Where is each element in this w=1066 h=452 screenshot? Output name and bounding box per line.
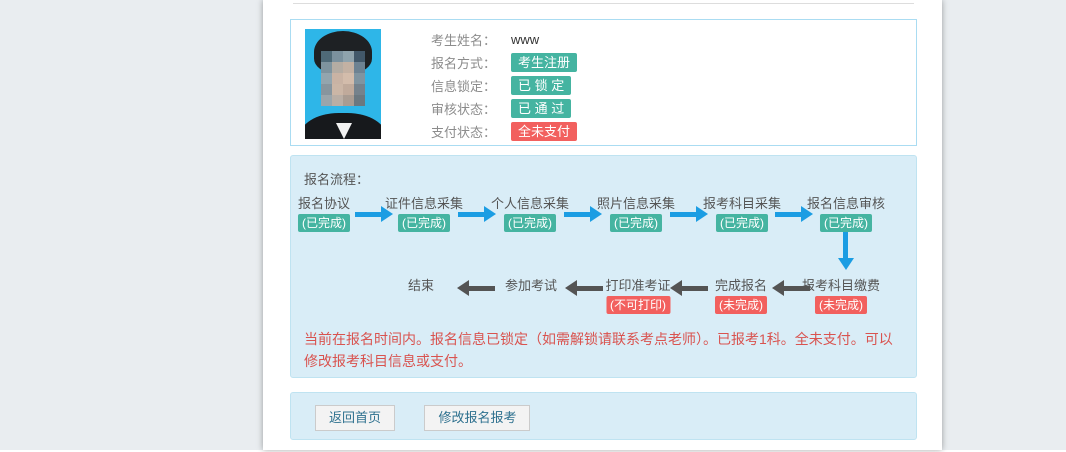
flow-step-personal-info: 个人信息采集 (已完成)	[491, 196, 569, 232]
actions-panel: 返回首页 修改报名报考	[290, 392, 917, 440]
flow-step-print-ticket: 打印准考证 (不可打印)	[605, 278, 670, 314]
page-background-right	[942, 0, 1066, 450]
flow-step-take-exam: 参加考试	[505, 278, 557, 294]
flow-step-photo-info: 照片信息采集 (已完成)	[597, 196, 675, 232]
arrow-left-icon	[457, 280, 495, 296]
page: 考生姓名： www 报名方式： 考生注册 信息锁定： 已 锁 定 审核状态： 已…	[0, 0, 1066, 452]
arrow-left-icon	[670, 280, 708, 296]
step-status-badge: (已完成)	[820, 214, 872, 232]
step-status-badge: (已完成)	[504, 214, 556, 232]
status-badge-reg-method: 考生注册	[511, 53, 577, 72]
back-home-button[interactable]: 返回首页	[315, 405, 395, 431]
info-row-reg-method: 报名方式： 考生注册	[431, 51, 577, 74]
info-label: 信息锁定：	[431, 76, 511, 95]
status-badge-locked: 已 锁 定	[511, 76, 571, 95]
flow-step-subject-selection: 报考科目采集 (已完成)	[703, 196, 781, 232]
info-label: 支付状态：	[431, 122, 511, 141]
step-status-badge: (已完成)	[398, 214, 450, 232]
info-label: 审核状态：	[431, 99, 511, 118]
candidate-info-rows: 考生姓名： www 报名方式： 考生注册 信息锁定： 已 锁 定 审核状态： 已…	[431, 28, 577, 143]
step-status-badge: (已完成)	[716, 214, 768, 232]
content-column: 考生姓名： www 报名方式： 考生注册 信息锁定： 已 锁 定 审核状态： 已…	[263, 0, 942, 450]
status-badge-unpaid: 全未支付	[511, 122, 577, 141]
info-label: 报名方式：	[431, 53, 511, 72]
arrow-down-icon	[838, 232, 854, 270]
page-background-left	[0, 0, 263, 450]
photo-pixelated-face	[321, 51, 365, 106]
flow-step-end: 结束	[408, 278, 434, 294]
info-row-name: 考生姓名： www	[431, 28, 577, 51]
flow-step-pay-fee: 报考科目缴费 (未完成)	[802, 278, 880, 314]
status-badge-approved: 已 通 过	[511, 99, 571, 118]
status-message: 当前在报名时间内。报名信息已锁定（如需解锁请联系考点老师）。已报考1科。全未支付…	[304, 328, 904, 372]
info-row-audit-status: 审核状态： 已 通 过	[431, 97, 577, 120]
top-divider	[293, 3, 914, 4]
info-row-payment-status: 支付状态： 全未支付	[431, 120, 577, 143]
flow-step-id-info: 证件信息采集 (已完成)	[385, 196, 463, 232]
step-status-badge: (已完成)	[298, 214, 350, 232]
photo-shirt	[336, 123, 352, 139]
step-status-badge: (未完成)	[715, 296, 767, 314]
info-row-lock-status: 信息锁定： 已 锁 定	[431, 74, 577, 97]
step-status-badge: (不可打印)	[606, 296, 670, 314]
flow-step-complete-registration: 完成报名 (未完成)	[715, 278, 767, 314]
arrow-left-icon	[565, 280, 603, 296]
step-status-badge: (未完成)	[815, 296, 867, 314]
candidate-info-panel: 考生姓名： www 报名方式： 考生注册 信息锁定： 已 锁 定 审核状态： 已…	[290, 19, 917, 146]
flow-step-agreement: 报名协议 (已完成)	[298, 196, 350, 232]
flow-step-info-audit: 报名信息审核 (已完成)	[807, 196, 885, 232]
registration-flow-panel: 报名流程： 报名协议 (已完成) 证件信息采集 (已完成) 个人信息采集 (已完…	[290, 155, 917, 378]
candidate-photo	[305, 29, 381, 139]
candidate-name-value: www	[511, 32, 539, 47]
step-status-badge: (已完成)	[610, 214, 662, 232]
modify-registration-button[interactable]: 修改报名报考	[424, 405, 530, 431]
flow-title: 报名流程：	[304, 169, 369, 188]
info-label: 考生姓名：	[431, 30, 511, 49]
